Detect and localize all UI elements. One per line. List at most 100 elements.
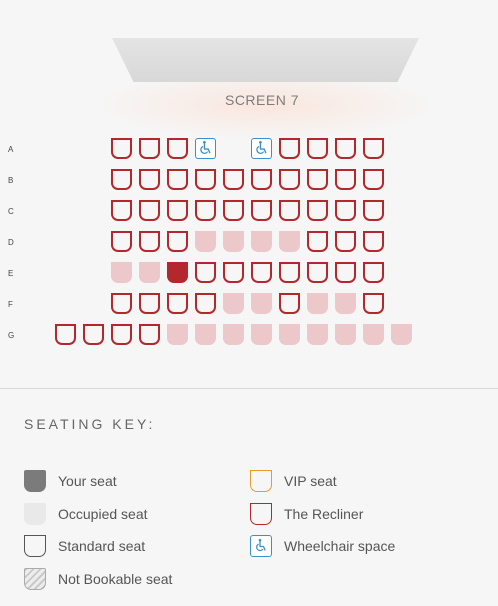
- seat-f9: [335, 293, 356, 314]
- row-label-f: F: [8, 300, 13, 309]
- seat-e8[interactable]: [307, 262, 328, 283]
- seat-g11: [335, 324, 356, 345]
- not-bookable-seat-swatch: [24, 568, 46, 590]
- seating-key-title: SEATING KEY:: [24, 416, 156, 432]
- seat-g8: [251, 324, 272, 345]
- seat-d4: [195, 231, 216, 252]
- seat-d8[interactable]: [307, 231, 328, 252]
- seat-f2[interactable]: [139, 293, 160, 314]
- wheelchair-icon: [256, 538, 266, 552]
- key-label-recliner: The Recliner: [284, 506, 364, 522]
- seat-g13: [391, 324, 412, 345]
- seat-b6[interactable]: [251, 169, 272, 190]
- seat-d3[interactable]: [167, 231, 188, 252]
- wheelchair-space-swatch: [250, 535, 272, 557]
- seat-b7[interactable]: [279, 169, 300, 190]
- seat-a1[interactable]: [111, 138, 132, 159]
- seat-a8[interactable]: [307, 138, 328, 159]
- seat-b10[interactable]: [363, 169, 384, 190]
- seat-d10[interactable]: [363, 231, 384, 252]
- recliner-seat-swatch: [250, 503, 272, 525]
- seat-c5[interactable]: [223, 200, 244, 221]
- key-label-occupied-seat: Occupied seat: [58, 506, 148, 522]
- seat-e10[interactable]: [363, 262, 384, 283]
- seat-b3[interactable]: [167, 169, 188, 190]
- seat-a10[interactable]: [363, 138, 384, 159]
- seat-c4[interactable]: [195, 200, 216, 221]
- divider: [0, 388, 498, 389]
- seat-d6: [251, 231, 272, 252]
- seat-f5: [223, 293, 244, 314]
- seat-g2[interactable]: [83, 324, 104, 345]
- seat-d1[interactable]: [111, 231, 132, 252]
- key-label-vip-seat: VIP seat: [284, 473, 337, 489]
- seat-b2[interactable]: [139, 169, 160, 190]
- seat-b4[interactable]: [195, 169, 216, 190]
- occupied-seat-swatch: [24, 503, 46, 525]
- seat-d5: [223, 231, 244, 252]
- seat-f10[interactable]: [363, 293, 384, 314]
- seat-a2[interactable]: [139, 138, 160, 159]
- seat-b1[interactable]: [111, 169, 132, 190]
- seat-f8: [307, 293, 328, 314]
- row-label-d: D: [8, 238, 14, 247]
- seat-e5[interactable]: [223, 262, 244, 283]
- seat-c9[interactable]: [335, 200, 356, 221]
- seat-c7[interactable]: [279, 200, 300, 221]
- seat-g1[interactable]: [55, 324, 76, 345]
- seat-map: SCREEN 7 A B C D E F G: [0, 0, 498, 388]
- seat-e4[interactable]: [195, 262, 216, 283]
- seat-b5[interactable]: [223, 169, 244, 190]
- screen-label: SCREEN 7: [224, 92, 300, 108]
- seat-c3[interactable]: [167, 200, 188, 221]
- seat-f1[interactable]: [111, 293, 132, 314]
- key-label-not-bookable-seat: Not Bookable seat: [58, 571, 173, 587]
- seat-g7: [223, 324, 244, 345]
- seat-a7[interactable]: [279, 138, 300, 159]
- seat-d2[interactable]: [139, 231, 160, 252]
- seat-g3[interactable]: [111, 324, 132, 345]
- seat-d9[interactable]: [335, 231, 356, 252]
- seat-g6: [195, 324, 216, 345]
- seat-c10[interactable]: [363, 200, 384, 221]
- seat-c6[interactable]: [251, 200, 272, 221]
- seat-e7[interactable]: [279, 262, 300, 283]
- row-label-a: A: [8, 145, 14, 154]
- seat-c2[interactable]: [139, 200, 160, 221]
- seat-g10: [307, 324, 328, 345]
- seat-e9[interactable]: [335, 262, 356, 283]
- seat-c1[interactable]: [111, 200, 132, 221]
- seat-d7: [279, 231, 300, 252]
- key-label-your-seat: Your seat: [58, 473, 117, 489]
- seat-a9[interactable]: [335, 138, 356, 159]
- key-label-wheelchair-space: Wheelchair space: [284, 538, 396, 554]
- seat-c8[interactable]: [307, 200, 328, 221]
- vip-seat-swatch: [250, 470, 272, 492]
- wheelchair-space-a6[interactable]: [251, 138, 272, 159]
- seat-f3[interactable]: [167, 293, 188, 314]
- wheelchair-space-a4[interactable]: [195, 138, 216, 159]
- row-label-b: B: [8, 176, 14, 185]
- seat-e2: [139, 262, 160, 283]
- wheelchair-icon: [200, 140, 211, 154]
- seat-g5: [167, 324, 188, 345]
- seat-a3[interactable]: [167, 138, 188, 159]
- seat-e1: [111, 262, 132, 283]
- seat-f6: [251, 293, 272, 314]
- seat-g9: [279, 324, 300, 345]
- seat-e3[interactable]: [167, 262, 188, 283]
- seat-b8[interactable]: [307, 169, 328, 190]
- seat-b9[interactable]: [335, 169, 356, 190]
- your-seat-swatch: [24, 470, 46, 492]
- wheelchair-icon: [256, 140, 267, 154]
- seat-f4[interactable]: [195, 293, 216, 314]
- seat-f7[interactable]: [279, 293, 300, 314]
- row-label-c: C: [8, 207, 14, 216]
- cinema-screen: [112, 38, 419, 82]
- key-label-standard-seat: Standard seat: [58, 538, 146, 554]
- row-label-g: G: [8, 331, 15, 340]
- seat-g4[interactable]: [139, 324, 160, 345]
- standard-seat-swatch: [24, 535, 46, 557]
- seat-e6[interactable]: [251, 262, 272, 283]
- row-label-e: E: [8, 269, 14, 278]
